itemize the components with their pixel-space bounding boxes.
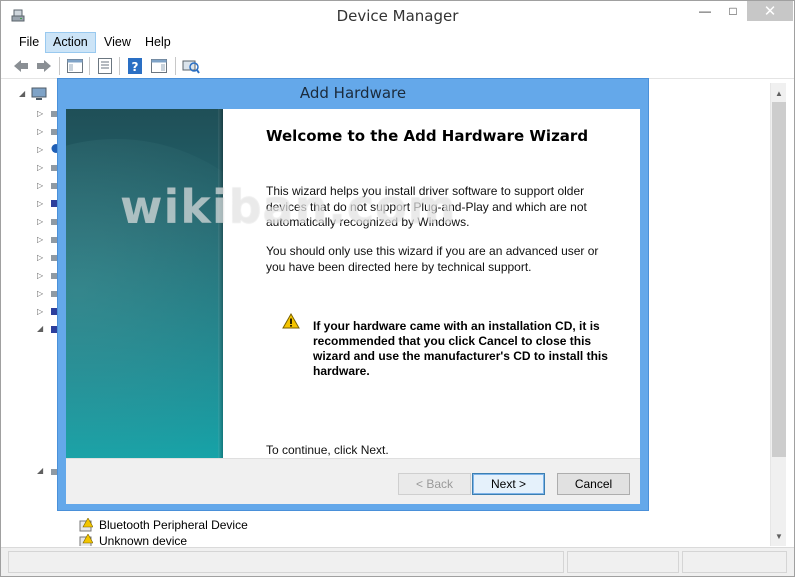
minimize-button[interactable]: — <box>691 1 719 21</box>
scroll-up-arrow-icon[interactable]: ▲ <box>771 85 787 101</box>
expand-arrow-icon[interactable]: ▷ <box>37 127 43 136</box>
collapse-arrow-icon[interactable]: ◢ <box>37 466 43 475</box>
menu-file[interactable]: File <box>11 32 47 53</box>
forward-icon[interactable] <box>34 56 54 76</box>
vertical-scrollbar[interactable]: ▲ ▼ <box>770 83 786 546</box>
wizard-advisory: You should only use this wizard if you a… <box>266 244 599 274</box>
status-pane <box>8 551 564 573</box>
device-warning-icon <box>79 518 93 532</box>
dialog-title: Add Hardware <box>299 84 407 102</box>
expand-arrow-icon[interactable]: ▷ <box>37 217 43 226</box>
back-icon[interactable] <box>11 56 31 76</box>
wizard-description: This wizard helps you install driver sof… <box>266 184 587 229</box>
expand-arrow-icon[interactable]: ▷ <box>37 109 43 118</box>
toolbar-separator <box>119 57 120 75</box>
back-button[interactable]: < Back <box>398 473 471 495</box>
menu-action[interactable]: Action <box>45 32 96 53</box>
tree-item-unknown-device[interactable]: Unknown device <box>79 534 187 546</box>
wizard-content: Welcome to the Add Hardware Wizard This … <box>266 109 631 458</box>
status-pane <box>567 551 679 573</box>
menu-view[interactable]: View <box>96 32 139 53</box>
menu-bar: File Action View Help <box>1 31 794 53</box>
action-pane-icon[interactable] <box>149 56 169 76</box>
toolbar-separator <box>175 57 176 75</box>
maximize-button[interactable]: □ <box>720 1 746 21</box>
warning-text: If your hardware came with an installati… <box>313 319 608 378</box>
properties-icon[interactable] <box>95 56 115 76</box>
collapse-arrow-icon[interactable]: ◢ <box>37 324 43 333</box>
title-bar[interactable]: Device Manager — □ ✕ <box>1 1 794 31</box>
next-button[interactable]: Next > <box>472 473 545 495</box>
continue-instruction: To continue, click Next. <box>266 443 389 457</box>
toolbar-separator <box>89 57 90 75</box>
expand-arrow-icon[interactable]: ▷ <box>37 145 43 154</box>
window-title: Device Manager <box>336 7 459 25</box>
banner-swoosh <box>66 139 223 458</box>
tree-item-bluetooth-peripheral-device[interactable]: Bluetooth Peripheral Device <box>79 516 248 534</box>
expand-arrow-icon[interactable]: ▷ <box>37 199 43 208</box>
expand-arrow-icon[interactable]: ▷ <box>37 289 43 298</box>
toolbar-separator <box>59 57 60 75</box>
cancel-button[interactable]: Cancel <box>557 473 630 495</box>
toolbar: ? <box>1 53 794 79</box>
wizard-heading: Welcome to the Add Hardware Wizard <box>266 127 589 145</box>
expand-arrow-icon[interactable]: ▷ <box>37 235 43 244</box>
status-pane <box>682 551 787 573</box>
help-icon[interactable]: ? <box>125 56 145 76</box>
add-hardware-dialog: Add Hardware Welcome to the Add Hardware… <box>57 78 649 511</box>
close-button[interactable]: ✕ <box>747 1 793 21</box>
dialog-footer: < Back Next > Cancel <box>66 458 640 504</box>
collapse-arrow-icon[interactable]: ◢ <box>19 89 25 98</box>
svg-text:?: ? <box>132 60 139 74</box>
scrollbar-thumb[interactable] <box>772 102 786 457</box>
warning-icon <box>282 313 300 329</box>
device-warning-icon <box>79 534 93 546</box>
scroll-down-arrow-icon[interactable]: ▼ <box>771 528 787 544</box>
tree-item-label: Unknown device <box>99 534 188 546</box>
expand-arrow-icon[interactable]: ▷ <box>37 307 43 316</box>
banner-edge <box>218 109 223 458</box>
wizard-banner-image <box>66 109 223 458</box>
show-hide-console-tree-icon[interactable] <box>65 56 85 76</box>
status-bar <box>1 547 794 576</box>
expand-arrow-icon[interactable]: ▷ <box>37 163 43 172</box>
dialog-body: Welcome to the Add Hardware Wizard This … <box>66 109 640 458</box>
expand-arrow-icon[interactable]: ▷ <box>37 181 43 190</box>
expand-arrow-icon[interactable]: ▷ <box>37 271 43 280</box>
scan-hardware-icon[interactable] <box>181 56 201 76</box>
menu-help[interactable]: Help <box>137 32 179 53</box>
computer-icon <box>31 87 47 100</box>
expand-arrow-icon[interactable]: ▷ <box>37 253 43 262</box>
tree-item-label: Bluetooth Peripheral Device <box>99 518 248 532</box>
